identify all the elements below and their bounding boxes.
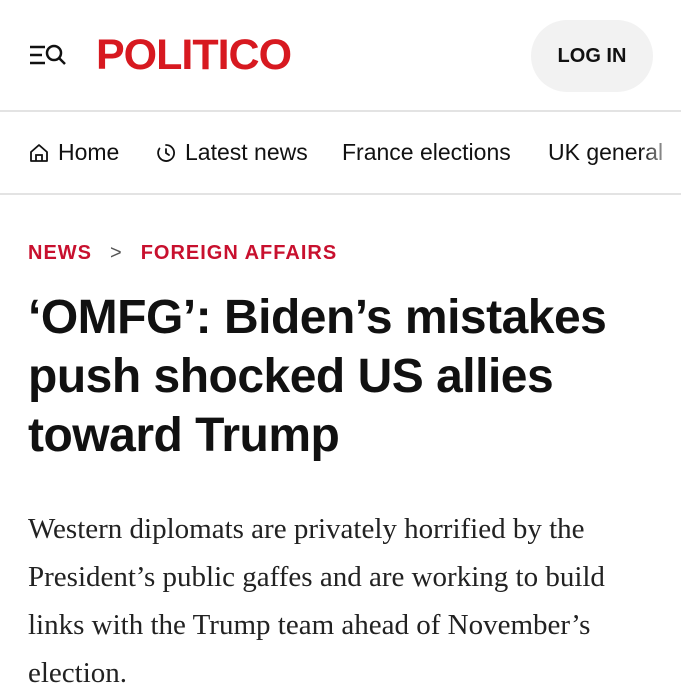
site-header: POLITICO LOG IN	[0, 0, 681, 112]
article-dek: Western diplomats are privately horrifie…	[28, 513, 605, 689]
nav-item-france-elections[interactable]: France elections	[342, 112, 511, 193]
nav-item-latest-news[interactable]: Latest news	[155, 112, 308, 193]
nav-item-label: Latest news	[185, 139, 308, 165]
home-icon	[30, 143, 48, 162]
politico-logo[interactable]: POLITICO	[96, 30, 292, 80]
login-button[interactable]: LOG IN	[531, 20, 653, 92]
breadcrumb: NEWS > FOREIGN AFFAIRS	[28, 238, 337, 268]
clock-icon	[157, 143, 175, 162]
breadcrumb-foreign-affairs[interactable]: FOREIGN AFFAIRS	[141, 242, 337, 265]
breadcrumb-news[interactable]: NEWS	[28, 242, 92, 265]
article-headline: ‘OMFG’: Biden’s mistakes push shocked US…	[28, 291, 607, 462]
nav-item-home[interactable]: Home	[28, 112, 119, 193]
nav-fade-overlay	[641, 112, 681, 193]
chevron-right-icon: >	[110, 241, 123, 264]
nav-item-label: France elections	[342, 139, 511, 165]
section-nav: Home Latest news France elections UK gen…	[0, 112, 681, 195]
nav-item-label: Home	[58, 139, 120, 165]
menu-search-icon[interactable]	[28, 40, 68, 70]
